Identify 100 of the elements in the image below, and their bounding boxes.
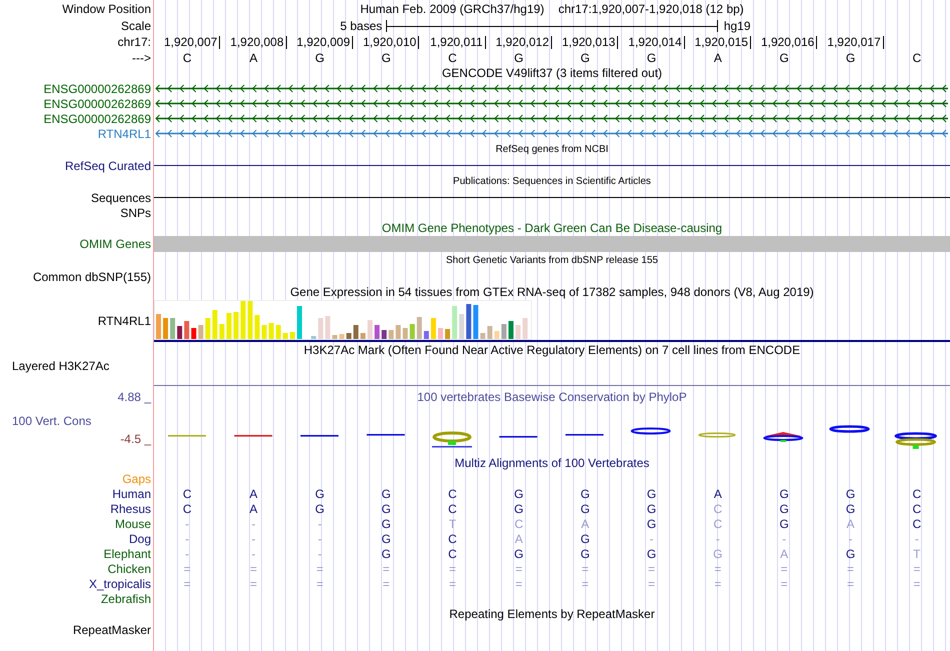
expression-bar: [276, 325, 281, 339]
species-label[interactable]: Chicken: [108, 562, 151, 576]
expression-bar: [184, 321, 190, 339]
alignment-base: =: [913, 576, 920, 590]
track-label[interactable]: RTN4RL1: [98, 126, 151, 140]
track-label[interactable]: ENSG00000262869: [44, 82, 151, 96]
alignment-base: =: [913, 562, 920, 576]
expression-bar: [424, 331, 429, 339]
alignment-base: -: [318, 532, 322, 546]
alignment-base: G: [846, 502, 856, 516]
alignment-base: G: [315, 502, 324, 516]
base-letter: G: [846, 50, 856, 64]
base-letter: G: [514, 50, 524, 64]
alignment-base: G: [381, 486, 391, 500]
alignment-base: A: [249, 502, 258, 516]
species-label[interactable]: Dog: [128, 532, 151, 546]
track-title: Multiz Alignments of 100 Vertebrates: [454, 456, 650, 470]
expression-bar: [290, 332, 295, 339]
alignment-base: =: [250, 576, 257, 590]
expression-bar: [487, 326, 492, 339]
alignment-base: =: [714, 576, 722, 590]
alignment-base: G: [580, 546, 590, 560]
expression-bar: [353, 325, 358, 339]
expression-bar: [240, 301, 246, 339]
species-label[interactable]: Elephant: [104, 546, 151, 560]
expression-bar: [170, 318, 176, 339]
track-label[interactable]: Sequences: [90, 190, 151, 204]
alignment-base: =: [846, 576, 854, 590]
position-label: 1,920,015: [694, 36, 751, 48]
alignment-base: C: [182, 502, 192, 516]
position-label: 1,920,010: [362, 36, 420, 48]
position-label: 1,920,017: [827, 36, 884, 48]
track-label[interactable]: RepeatMasker: [72, 622, 151, 636]
base-letter: G: [580, 50, 590, 64]
track-label[interactable]: RTN4RL1: [98, 314, 151, 328]
track-label[interactable]: Layered H3K27Ac: [12, 359, 110, 373]
alignment-base: G: [713, 546, 722, 560]
expression-bar: [402, 328, 408, 339]
expression-bar: [430, 318, 436, 339]
track-title: H3K27Ac Mark (Often Found Near Active Regulatory Elements) on 7 cell lines from ENCODE: [304, 343, 800, 357]
alignment-base: -: [318, 546, 322, 560]
position-label: 1,920,013: [562, 36, 618, 48]
alignment-base: G: [580, 532, 590, 546]
expression-bar: [212, 310, 218, 339]
axis-max-label: 4.88 _: [116, 390, 151, 404]
base-letter: A: [714, 50, 722, 64]
alignment-base: A: [714, 486, 722, 500]
track-label[interactable]: SNPs: [120, 206, 151, 220]
position-range: chr17:1,920,007-1,920,018 (12 bp): [558, 0, 744, 18]
alignment-base: -: [716, 532, 720, 546]
expression-bar: [382, 330, 387, 339]
alignment-base: -: [251, 516, 256, 530]
track-label[interactable]: ENSG00000262869: [44, 112, 151, 126]
alignment-base: =: [582, 562, 589, 576]
track-caption: Publications: Sequences in Scientific Articles: [453, 176, 651, 188]
species-label[interactable]: X_tropicalis: [88, 576, 151, 590]
expression-bar: [480, 333, 486, 339]
expression-bar: [445, 329, 450, 339]
track-label[interactable]: OMIM Genes: [80, 237, 151, 251]
alignment-base: C: [713, 502, 722, 516]
track-title: Gene Expression in 54 tissues from GTEx RNA-seq of 17382 samples, 948 donors (V8, Aug 2019): [290, 285, 814, 299]
alignment-base: -: [848, 532, 852, 546]
track-label[interactable]: ENSG00000262869: [44, 96, 151, 110]
track-label[interactable]: Scale: [120, 18, 151, 32]
alignment-base: -: [185, 546, 190, 560]
alignment-base: G: [381, 516, 391, 530]
alignment-base: =: [448, 576, 456, 590]
species-label[interactable]: Rhesus: [110, 502, 151, 516]
alignment-base: A: [514, 532, 523, 546]
species-label[interactable]: Mouse: [114, 516, 151, 530]
alignment-base: A: [780, 546, 788, 560]
base-letter: G: [315, 50, 324, 64]
alignment-base: C: [713, 516, 722, 530]
track-title: 100 vertebrates Basewise Conservation by PhyloP: [417, 390, 687, 404]
expression-bar: [438, 328, 443, 339]
species-label[interactable]: Zebrafish: [100, 592, 151, 606]
expression-bar: [374, 325, 380, 339]
position-label: 1,920,007: [164, 36, 220, 48]
alignment-base: C: [182, 486, 192, 500]
alignment-base: C: [912, 486, 922, 500]
assembly-title: Human Feb. 2009 (GRCh37/hg19): [360, 0, 544, 18]
position-label: 1,920,014: [628, 36, 685, 48]
track-label[interactable]: 100 Vert. Cons: [0, 414, 151, 428]
species-label[interactable]: Human: [112, 486, 151, 500]
expression-bar: [459, 314, 464, 339]
base-letter: G: [646, 50, 656, 64]
alignment-base: G: [381, 532, 391, 546]
track-label[interactable]: Window Position: [62, 2, 151, 16]
expression-bar: [234, 312, 239, 339]
track-label[interactable]: chr17:: [118, 35, 151, 49]
expression-bar: [198, 325, 204, 339]
alignment-base: =: [382, 576, 390, 590]
expression-bar: [368, 320, 372, 339]
expression-bar: [262, 325, 267, 339]
base-letter: G: [779, 50, 789, 64]
expression-bar: [522, 318, 528, 339]
track-label[interactable]: --->: [132, 50, 151, 64]
track-label[interactable]: Common dbSNP(155): [32, 270, 151, 284]
expression-bar: [219, 324, 224, 339]
track-label[interactable]: RefSeq Curated: [64, 158, 151, 172]
